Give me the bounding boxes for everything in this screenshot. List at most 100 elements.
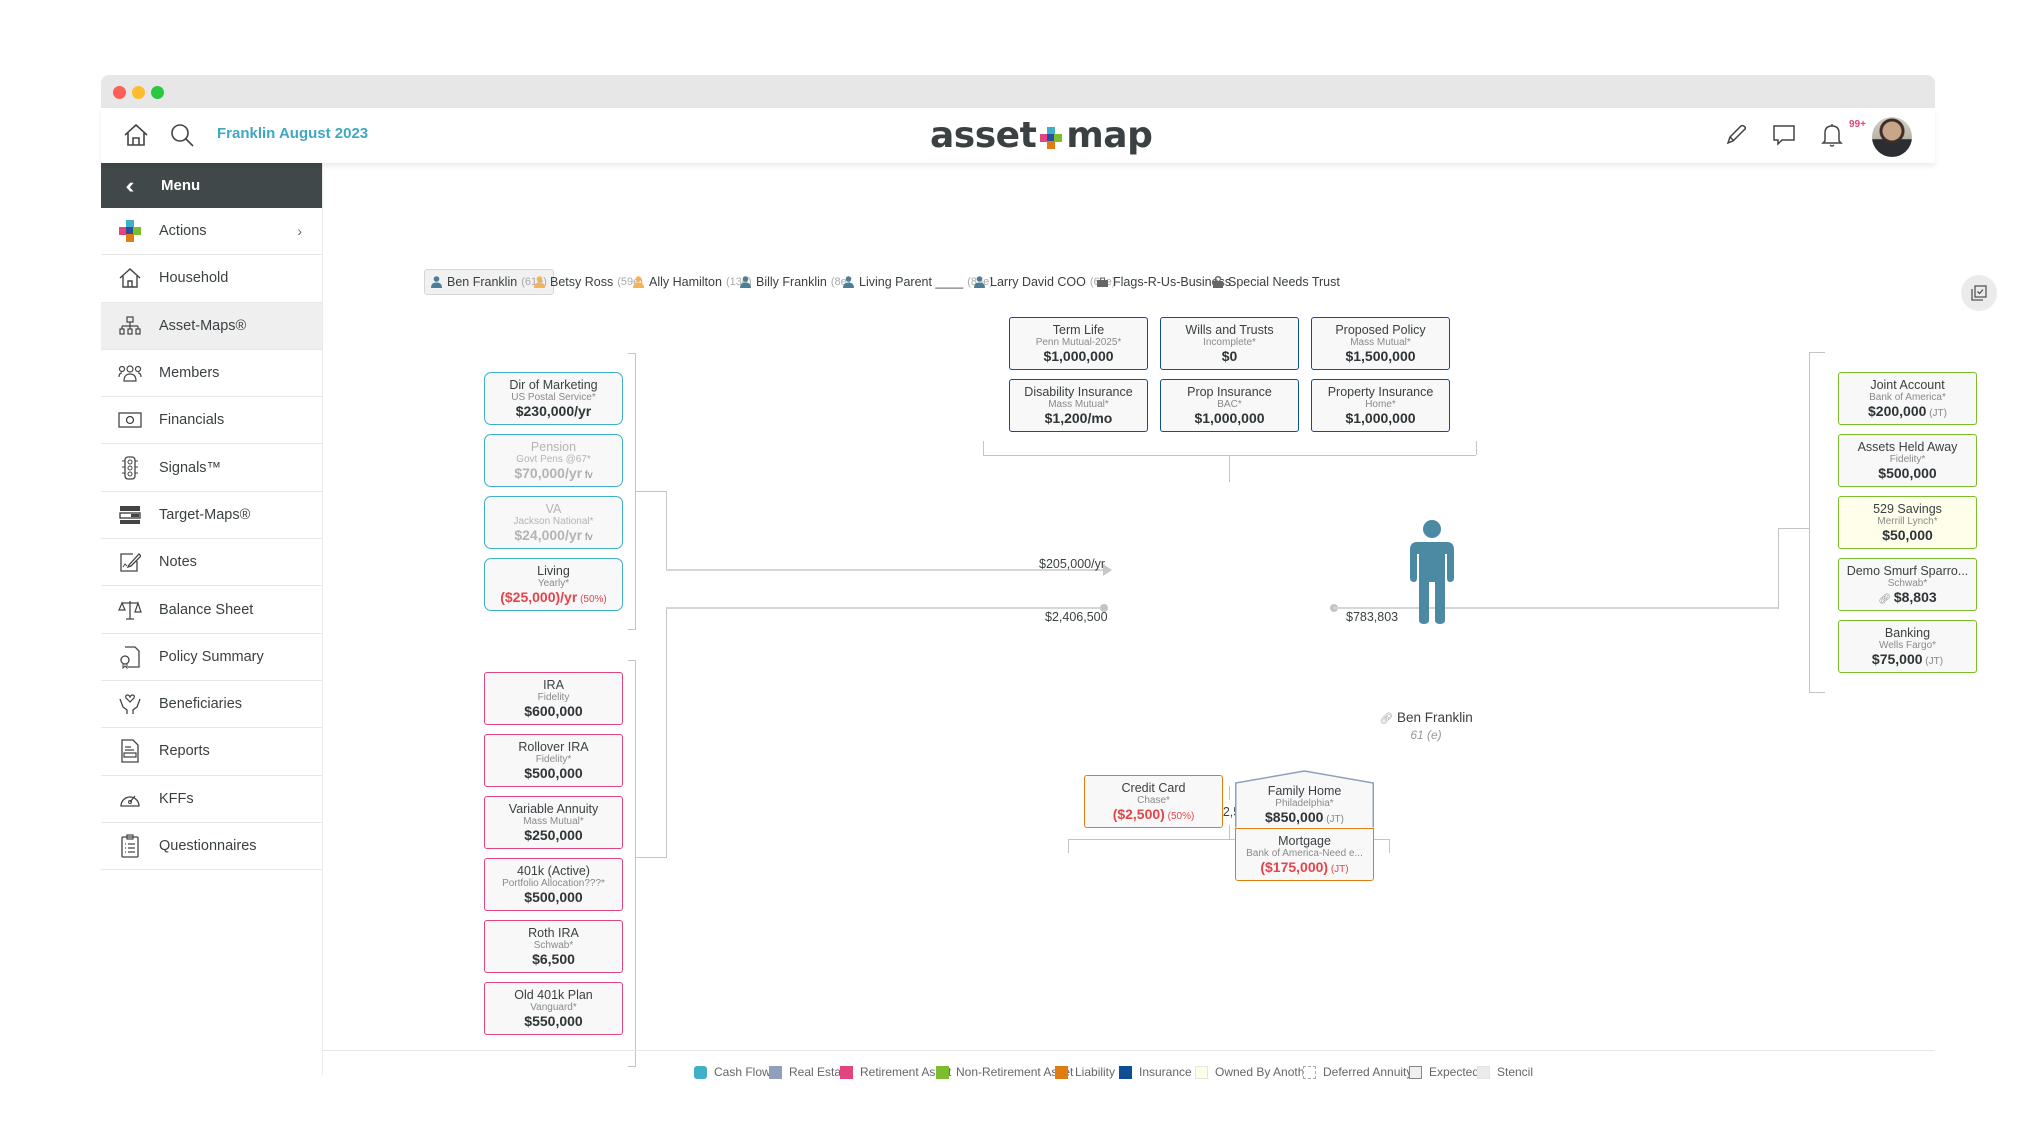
- retirement-asset-card[interactable]: Rollover IRA Fidelity* $500,000: [484, 734, 623, 787]
- notifications-button[interactable]: [1817, 120, 1847, 150]
- real-estate-card[interactable]: Family Home Philadelphia* $850,000 (JT): [1235, 770, 1374, 828]
- card-subtitle: Bank of America*: [1869, 392, 1946, 403]
- person-icon: [843, 276, 854, 288]
- cash-flow-card[interactable]: Dir of Marketing US Postal Service* $230,0…: [484, 372, 623, 425]
- logo-plus-icon: [1040, 126, 1063, 149]
- hands-heart-icon: [101, 693, 159, 715]
- home-button[interactable]: [121, 120, 151, 150]
- logo-text-left: asset: [930, 115, 1037, 156]
- client-person-icon[interactable]: [1409, 520, 1455, 625]
- household-title[interactable]: Franklin August 2023: [217, 125, 368, 142]
- card-value-amount: $230,000/yr: [515, 403, 592, 419]
- sidebar-item-members[interactable]: Members: [101, 350, 322, 398]
- retirement-asset-card[interactable]: Old 401k Plan Vanguard* $550,000: [484, 982, 623, 1035]
- card-subtitle: Incomplete*: [1203, 337, 1256, 348]
- maximize-window-button[interactable]: [151, 86, 164, 99]
- retirement-asset-card[interactable]: Roth IRA Schwab* $6,500: [484, 920, 623, 973]
- non-retirement-asset-card[interactable]: Banking Wells Fargo* $75,000 (JT): [1838, 620, 1977, 673]
- sidebar-item-policy-summary[interactable]: Policy Summary: [101, 634, 322, 681]
- legend-item: Real Estate: [769, 1065, 851, 1079]
- check-copy-icon: [1971, 285, 1987, 301]
- card-subtitle: Portfolio Allocation???*: [502, 878, 605, 889]
- card-value-amount: $1,000,000: [1345, 410, 1416, 426]
- user-avatar[interactable]: [1872, 117, 1912, 157]
- money-icon: [101, 412, 159, 428]
- legend-swatch: [1119, 1065, 1132, 1079]
- card-value-suffix: (JT): [1922, 656, 1944, 667]
- edit-button[interactable]: [1721, 120, 1751, 150]
- card-value: $1,000,000: [1010, 348, 1147, 365]
- non-retirement-asset-card[interactable]: Demo Smurf Sparro... Schwab* 🔗︎ $8,803: [1838, 558, 1977, 611]
- card-subtitle: Chase*: [1137, 795, 1170, 806]
- cash-flow-card[interactable]: VA Jackson National* $24,000/yr fv: [484, 496, 623, 549]
- card-value: ($2,500) (50%): [1085, 806, 1222, 825]
- insurance-card[interactable]: Prop Insurance BAC* $1,000,000: [1160, 379, 1299, 432]
- briefcase-icon: [1097, 277, 1108, 287]
- card-title: Banking: [1884, 626, 1931, 640]
- non-retirement-asset-card[interactable]: 529 Savings Merrill Lynch* $50,000: [1838, 496, 1977, 549]
- card-value-amount: $500,000: [524, 765, 583, 781]
- card-title: Wills and Trusts: [1185, 323, 1274, 337]
- sidebar-item-household[interactable]: Household: [101, 255, 322, 303]
- sidebar-item-reports[interactable]: Reports: [101, 728, 322, 776]
- close-window-button[interactable]: [113, 86, 126, 99]
- retirement-asset-card[interactable]: Variable Annuity Mass Mutual* $250,000: [484, 796, 623, 849]
- card-value: $250,000: [485, 827, 622, 844]
- legend-swatch: [769, 1065, 782, 1079]
- menu-toggle[interactable]: ‹‹ Menu: [101, 163, 322, 208]
- sidebar-item-beneficiaries[interactable]: Beneficiaries: [101, 681, 322, 729]
- non-retirement-asset-card[interactable]: Joint Account Bank of America* $200,000 (J…: [1838, 372, 1977, 425]
- card-subtitle: Fidelity: [537, 692, 570, 703]
- sidebar-item-notes[interactable]: Notes: [101, 539, 322, 587]
- sidebar-item-target-maps[interactable]: Target-Maps®: [101, 492, 322, 540]
- sidebar-item-financials[interactable]: Financials: [101, 397, 322, 445]
- minimize-window-button[interactable]: [132, 86, 145, 99]
- search-button[interactable]: [167, 120, 197, 150]
- sidebar-item-balance-sheet[interactable]: Balance Sheet: [101, 586, 322, 634]
- member-tab[interactable]: Special Needs Trust: [1207, 269, 1346, 295]
- insurance-card[interactable]: Property Insurance Home* $1,000,000: [1311, 379, 1450, 432]
- sidebar-item-kffs[interactable]: KFFs: [101, 776, 322, 823]
- asset-map-canvas: Ben Franklin (61e) Betsy Ross (59e) Ally Ham…: [323, 163, 1997, 1079]
- card-value-amount: $200,000: [1868, 403, 1927, 419]
- sidebar-item-asset-maps[interactable]: Asset-Maps®: [101, 302, 322, 350]
- messages-button[interactable]: [1769, 120, 1799, 150]
- member-tab-name: Billy Franklin: [756, 275, 827, 289]
- legend-item: Liability: [1055, 1065, 1115, 1079]
- legend-label: Stencil: [1497, 1065, 1534, 1079]
- bottom-connector: [1229, 825, 1230, 839]
- cash-flow-card[interactable]: Pension Govt Pens @67* $70,000/yr fv: [484, 434, 623, 487]
- traffic-light-icon: [101, 455, 159, 480]
- sidebar-item-signals[interactable]: Signals™: [101, 444, 322, 492]
- non-retirement-asset-card[interactable]: Assets Held Away Fidelity* $500,000: [1838, 434, 1977, 487]
- card-title: Roth IRA: [528, 926, 579, 940]
- card-subtitle: Govt Pens @67*: [516, 454, 591, 465]
- card-title: 401k (Active): [517, 864, 590, 878]
- cash-flow-card[interactable]: Living Yearly* ($25,000)/yr (50%): [484, 558, 623, 611]
- retirement-asset-card[interactable]: IRA Fidelity $600,000: [484, 672, 623, 725]
- retirement-asset-card[interactable]: 401k (Active) Portfolio Allocation???* $50…: [484, 858, 623, 911]
- sidebar-item-actions[interactable]: Actions ›: [101, 208, 322, 256]
- liability-card[interactable]: Credit Card Chase* ($2,500) (50%): [1084, 775, 1223, 828]
- app-window: Franklin August 2023 asset map 99+ ‹‹ Me…: [101, 75, 1997, 1079]
- insurance-card[interactable]: Term Life Penn Mutual-2025* $1,000,000: [1009, 317, 1148, 370]
- mortgage-card[interactable]: Mortgage Bank of America-Need e... ($175,0…: [1235, 828, 1374, 881]
- retirement-bracket-top: [628, 660, 636, 661]
- card-title: VA: [545, 502, 562, 516]
- sidebar-item-label: Balance Sheet: [159, 601, 254, 618]
- card-value-amount: ($2,500): [1112, 806, 1165, 822]
- double-chevron-left-icon: ‹‹: [125, 172, 135, 198]
- sidebar-item-label: Financials: [159, 412, 225, 429]
- insurance-card[interactable]: Disability Insurance Mass Mutual* $1,200/m…: [1009, 379, 1148, 432]
- card-value-amount: $24,000/yr: [514, 527, 583, 543]
- card-value: ($175,000) (JT): [1236, 859, 1373, 878]
- toggle-view-button[interactable]: [1961, 275, 1997, 311]
- legend-item: Non-Retirement Asset: [936, 1065, 1073, 1079]
- sidebar-item-questionnaires[interactable]: Questionnaires: [101, 823, 322, 871]
- retirement-connector-v: [666, 608, 667, 858]
- client-name[interactable]: 🔗︎ Ben Franklin: [1349, 710, 1503, 725]
- card-value: $200,000 (JT): [1839, 403, 1976, 422]
- insurance-card[interactable]: Wills and Trusts Incomplete* $0: [1160, 317, 1299, 370]
- bottom-bracket-left: [1068, 839, 1069, 853]
- insurance-card[interactable]: Proposed Policy Mass Mutual* $1,500,000: [1311, 317, 1450, 370]
